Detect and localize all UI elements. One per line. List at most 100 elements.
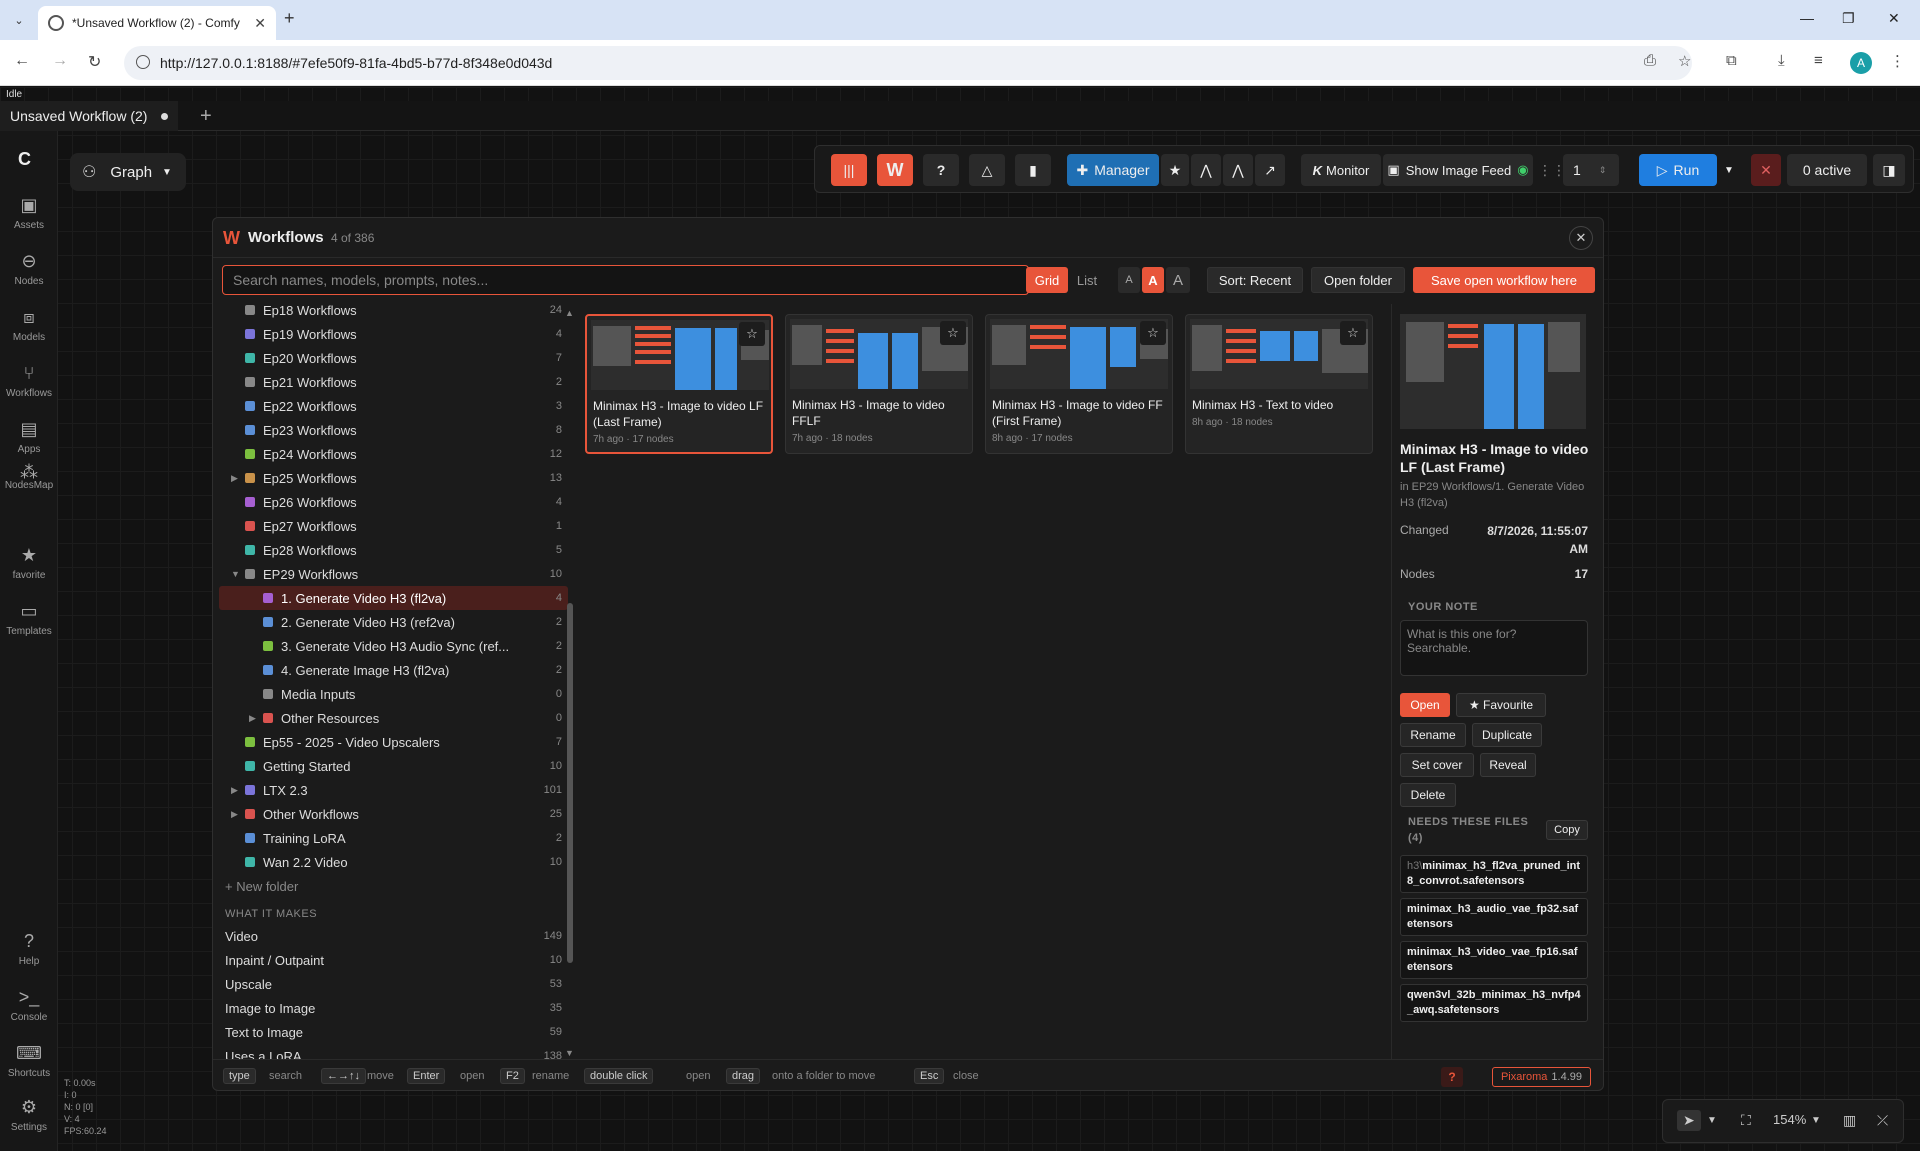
duplicate-button[interactable]: Duplicate	[1472, 723, 1542, 747]
chevron-down-icon[interactable]: ▼	[1707, 1115, 1717, 1126]
workflow-card[interactable]: ☆ Minimax H3 - Text to video 8h ago · 18 n…	[1185, 314, 1373, 454]
favourite-star-icon[interactable]: ☆	[739, 322, 765, 346]
tree-folder[interactable]: 1. Generate Video H3 (fl2va) 4	[219, 586, 568, 610]
workflow-tab[interactable]: Unsaved Workflow (2)	[0, 101, 179, 131]
batch-count-input[interactable]: 1 ⇕	[1563, 154, 1619, 186]
address-bar[interactable]: http://127.0.0.1:8188/#7efe50f9-81fa-4bd…	[124, 46, 1692, 80]
new-tab-button[interactable]: +	[284, 8, 295, 29]
favourite-star-icon[interactable]: ☆	[940, 321, 966, 345]
note-textarea[interactable]	[1400, 620, 1588, 676]
tree-folder[interactable]: 2. Generate Video H3 (ref2va) 2	[213, 610, 568, 634]
add-workflow-tab-button[interactable]: +	[200, 105, 212, 128]
open-button[interactable]: Open	[1400, 693, 1450, 717]
fit-view-icon[interactable]: ⛶	[1741, 1112, 1751, 1129]
expand-arrow-icon[interactable]: ▶	[249, 713, 256, 724]
share-icon[interactable]: ↗	[1255, 154, 1285, 186]
workflow-card[interactable]: ☆ Minimax H3 - Image to video LF (Last Fr…	[585, 314, 773, 454]
sidebar-item-apps[interactable]: ▤ Apps	[0, 419, 58, 455]
new-folder-button[interactable]: + New folder	[225, 874, 298, 898]
view-list-button[interactable]: List	[1070, 267, 1104, 293]
workflow-card[interactable]: ☆ Minimax H3 - Image to video FF (First F…	[985, 314, 1173, 454]
open-folder-button[interactable]: Open folder	[1311, 267, 1405, 293]
sidebar-item-models[interactable]: ⧈ Models	[0, 307, 58, 343]
pixaroma-logo-icon[interactable]: △	[969, 154, 1005, 186]
scroll-up-icon[interactable]: ▲	[565, 308, 574, 318]
workflow-search-input[interactable]	[222, 265, 1029, 295]
close-tab-icon[interactable]: ✕	[254, 15, 266, 32]
link-visibility-icon[interactable]: ⤫	[1877, 1112, 1888, 1129]
tree-folder[interactable]: Ep18 Workflows 24	[213, 304, 568, 322]
favourite-button[interactable]: ★ Favourite	[1456, 693, 1546, 717]
tree-folder[interactable]: Ep22 Workflows 3	[213, 394, 568, 418]
sidebar-item-templates[interactable]: ▭ Templates	[0, 601, 58, 637]
tree-folder[interactable]: 3. Generate Video H3 Audio Sync (ref... 2	[213, 634, 568, 658]
extensions-icon[interactable]: ⧉	[1726, 52, 1737, 69]
sidebar-item-workflows[interactable]: ⑂ Workflows	[0, 363, 58, 399]
panel-toggle-icon[interactable]: ◨	[1873, 154, 1905, 186]
tree-folder[interactable]: 4. Generate Image H3 (fl2va) 2	[213, 658, 568, 682]
graph-mode-button[interactable]: ⚇ Graph ▼	[70, 153, 186, 191]
sidebar-item-help[interactable]: ? Help	[0, 931, 58, 967]
show-image-feed-button[interactable]: ▣ Show Image Feed ◉	[1383, 154, 1533, 186]
expand-arrow-icon[interactable]: ▶	[231, 473, 238, 484]
sidebar-item-settings[interactable]: ⚙ Settings	[0, 1097, 58, 1133]
tree-folder[interactable]: ▼ EP29 Workflows 10	[213, 562, 568, 586]
run-options-chevron-icon[interactable]: ▼	[1719, 154, 1739, 186]
menu-icon[interactable]: ⋮	[1890, 52, 1905, 70]
expand-arrow-icon[interactable]: ▶	[231, 785, 238, 796]
category-filter[interactable]: Text to Image 59	[225, 1020, 568, 1044]
reveal-button[interactable]: Reveal	[1480, 753, 1536, 777]
bookmark-star-icon[interactable]: ☆	[1678, 52, 1691, 70]
tree-scrollbar[interactable]	[567, 603, 573, 963]
model-alt-icon[interactable]: ⋀	[1223, 154, 1253, 186]
rename-button[interactable]: Rename	[1400, 723, 1466, 747]
close-window-icon[interactable]: ✕	[1888, 10, 1900, 27]
active-queue-button[interactable]: 0 active	[1787, 154, 1867, 186]
tree-folder[interactable]: Ep23 Workflows 8	[213, 418, 568, 442]
tree-folder[interactable]: Ep24 Workflows 12	[213, 442, 568, 466]
collapse-arrow-icon[interactable]: ▼	[231, 569, 240, 579]
category-filter[interactable]: Uses a LoRA 138	[225, 1044, 568, 1060]
tree-folder[interactable]: Ep55 - 2025 - Video Upscalers 7	[213, 730, 568, 754]
sidebar-item-shortcuts[interactable]: ⌨ Shortcuts	[0, 1043, 58, 1079]
browser-tab[interactable]: *Unsaved Workflow (2) - Comfy ✕	[38, 6, 276, 40]
category-filter[interactable]: Upscale 53	[225, 972, 568, 996]
copy-button[interactable]: Copy	[1546, 820, 1588, 840]
install-app-icon[interactable]: ⎙	[1644, 52, 1656, 69]
stepper-icon[interactable]: ⇕	[1599, 165, 1607, 176]
delete-button[interactable]: Delete	[1400, 783, 1456, 807]
view-grid-button[interactable]: Grid	[1026, 267, 1068, 293]
minimap-icon[interactable]: ▥	[1843, 1112, 1856, 1129]
tree-folder[interactable]: ▶ Ep25 Workflows 13	[213, 466, 568, 490]
zoom-level[interactable]: 154%	[1773, 1112, 1806, 1127]
category-filter[interactable]: Video 149	[225, 924, 568, 948]
tree-folder[interactable]: ▶ LTX 2.3 101	[213, 778, 568, 802]
tree-folder[interactable]: Wan 2.2 Video 10	[213, 850, 568, 874]
tree-folder[interactable]: ▶ Other Resources 0	[213, 706, 568, 730]
close-modal-button[interactable]: ✕	[1569, 226, 1593, 250]
workflow-card[interactable]: ☆ Minimax H3 - Image to video FFLF 7h ago …	[785, 314, 973, 454]
star-icon[interactable]: ★	[1161, 154, 1189, 186]
help-button[interactable]: ?	[923, 154, 959, 186]
drag-handle-icon[interactable]: ⋮⋮	[1538, 154, 1566, 186]
tree-folder[interactable]: Ep27 Workflows 1	[213, 514, 568, 538]
font-size-small-button[interactable]: A	[1118, 267, 1140, 293]
sidebar-item-nodesmap[interactable]: ⁂ NodesMap	[0, 463, 58, 491]
font-size-medium-button[interactable]: A	[1142, 267, 1164, 293]
downloads-icon[interactable]: ⤓	[1778, 52, 1785, 69]
bookmark-icon[interactable]: ▮	[1015, 154, 1051, 186]
select-pointer-icon[interactable]: ➤	[1677, 1110, 1701, 1131]
favourite-star-icon[interactable]: ☆	[1340, 321, 1366, 345]
tree-folder[interactable]: Training LoRA 2	[213, 826, 568, 850]
pixaroma-badge[interactable]: Pixaroma 1.4.99	[1491, 1067, 1591, 1087]
minimize-icon[interactable]: —	[1800, 10, 1814, 26]
cancel-icon[interactable]: ✕	[1751, 154, 1781, 186]
media-icon[interactable]: ≡	[1814, 52, 1823, 69]
tree-folder[interactable]: Media Inputs 0	[213, 682, 568, 706]
restore-icon[interactable]: ❐	[1842, 10, 1855, 27]
manager-button[interactable]: ✚ Manager	[1067, 154, 1159, 186]
tree-folder[interactable]: ▶ Other Workflows 25	[213, 802, 568, 826]
sidebar-item-nodes[interactable]: ⊖ Nodes	[0, 251, 58, 287]
tree-folder[interactable]: Ep21 Workflows 2	[213, 370, 568, 394]
footer-help-button[interactable]: ?	[1441, 1067, 1463, 1087]
